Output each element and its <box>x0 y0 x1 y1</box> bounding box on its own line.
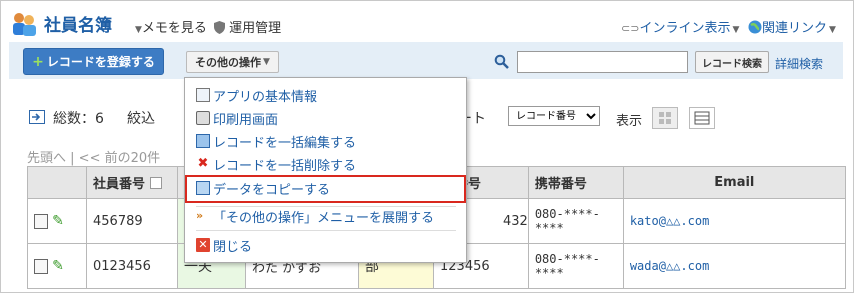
memo-link-label: メモを見る <box>141 21 207 36</box>
header-emp-no-label: 社員番号 <box>93 177 146 192</box>
menu-separator <box>196 230 456 231</box>
menu-item-label: 印刷用画面 <box>213 112 279 128</box>
cell-email[interactable]: kato@△△.com <box>622 198 846 244</box>
other-operations-button[interactable]: その他の操作 ▼ <box>186 51 279 73</box>
header-email: Email <box>622 166 846 199</box>
memo-link[interactable]: ▼メモを見る <box>133 17 207 36</box>
menu-item-label: アプリの基本情報 <box>213 89 318 105</box>
menu-item-bulk-delete[interactable]: ✖ レコードを一括削除する <box>196 154 356 174</box>
mobile-line-1: 080-****- <box>534 252 600 266</box>
menu-item-label: 「その他の操作」メニューを展開する <box>213 210 435 226</box>
edit-pencil-icon[interactable]: ✎ <box>52 258 64 274</box>
register-record-label: レコードを登録する <box>46 55 155 69</box>
link-chain-icon: ⊂⊃ <box>621 22 640 35</box>
search-icon <box>494 54 509 69</box>
inline-view-label: インライン表示 <box>639 21 731 36</box>
list-view-button[interactable] <box>689 107 715 129</box>
menu-item-label: レコードを一括削除する <box>213 158 357 174</box>
filter-link[interactable]: 絞込 <box>127 108 155 128</box>
header-mobile: 携帯番号 <box>527 166 624 199</box>
close-icon: ✕ <box>196 238 210 252</box>
cell-mobile: 080-****- **** <box>527 198 624 244</box>
app-info-icon <box>196 88 210 102</box>
register-record-button[interactable]: + レコードを登録する <box>23 48 164 75</box>
cell-emp-no: 0123456 <box>86 243 178 289</box>
pager-divider: | <box>70 151 79 166</box>
manage-link-label: 運用管理 <box>229 21 282 36</box>
pager-prev-link[interactable]: << 前の20件 <box>79 151 160 166</box>
menu-item-print[interactable]: 印刷用画面 <box>196 108 278 128</box>
record-count-icon <box>29 110 45 124</box>
header-actions <box>27 166 87 199</box>
other-operations-menu: アプリの基本情報 印刷用画面 レコードを一括編集する ✖ レコードを一括削除する… <box>184 77 467 263</box>
globe-icon <box>748 20 762 34</box>
related-links[interactable]: 関連リンク ▼ <box>748 17 836 36</box>
cell-mobile: 080-****- **** <box>527 243 624 289</box>
edit-pencil-icon[interactable]: ✎ <box>52 213 64 229</box>
menu-item-close[interactable]: ✕ 閉じる <box>196 235 252 255</box>
expand-menu-icon: » <box>196 209 204 222</box>
row-actions: ✎ <box>27 198 87 244</box>
inline-view-link[interactable]: ⊂⊃インライン表示 ▼ <box>621 17 739 36</box>
grid-view-button[interactable] <box>652 107 678 129</box>
mobile-line-2: **** <box>534 266 564 280</box>
total-count: 総数：6 <box>53 111 104 127</box>
view-record-icon[interactable] <box>34 213 48 229</box>
app-title: 社員名簿 <box>44 16 112 36</box>
sort-select[interactable]: レコード番号 <box>508 106 600 126</box>
row-actions: ✎ <box>27 243 87 289</box>
menu-item-bulk-edit[interactable]: レコードを一括編集する <box>196 131 356 151</box>
advanced-search-link[interactable]: 詳細検索 <box>775 55 823 72</box>
display-label: 表示 <box>616 114 643 129</box>
grid-view-icon <box>659 112 671 124</box>
menu-item-app-info[interactable]: アプリの基本情報 <box>196 85 317 105</box>
triangle-down-icon: ▼ <box>732 25 740 35</box>
menu-item-label: 閉じる <box>213 239 253 255</box>
search-input[interactable] <box>517 51 688 73</box>
cell-email[interactable]: wada@△△.com <box>622 243 846 289</box>
triangle-down-icon: ▼ <box>263 57 270 67</box>
menu-item-expand[interactable]: » 「その他の操作」メニューを展開する <box>196 206 434 226</box>
pager-first-link[interactable]: 先頭へ <box>27 151 66 166</box>
mobile-line-1: 080-****- <box>534 207 600 221</box>
highlight-box <box>185 175 466 203</box>
cell-emp-no: 456789 <box>86 198 178 244</box>
shield-icon <box>214 21 225 34</box>
other-operations-label: その他の操作 <box>195 56 262 69</box>
header-emp-no[interactable]: 社員番号 <box>86 166 178 199</box>
people-icon <box>13 13 36 36</box>
record-search-button[interactable]: レコード検索 <box>695 51 769 73</box>
list-view-icon <box>694 111 710 125</box>
mobile-line-2: **** <box>534 221 564 235</box>
red-x-icon: ✖ <box>197 156 209 171</box>
view-record-icon[interactable] <box>34 258 48 274</box>
bulk-edit-icon <box>196 134 210 148</box>
manage-link[interactable]: 運用管理 <box>214 17 281 36</box>
printer-icon <box>196 111 210 125</box>
filter-box-icon <box>149 177 162 189</box>
plus-icon: + <box>32 53 44 70</box>
triangle-down-icon: ▼ <box>135 25 142 35</box>
triangle-down-icon: ▼ <box>829 25 836 35</box>
related-links-label: 関連リンク <box>762 21 828 36</box>
menu-item-label: レコードを一括編集する <box>213 135 357 151</box>
